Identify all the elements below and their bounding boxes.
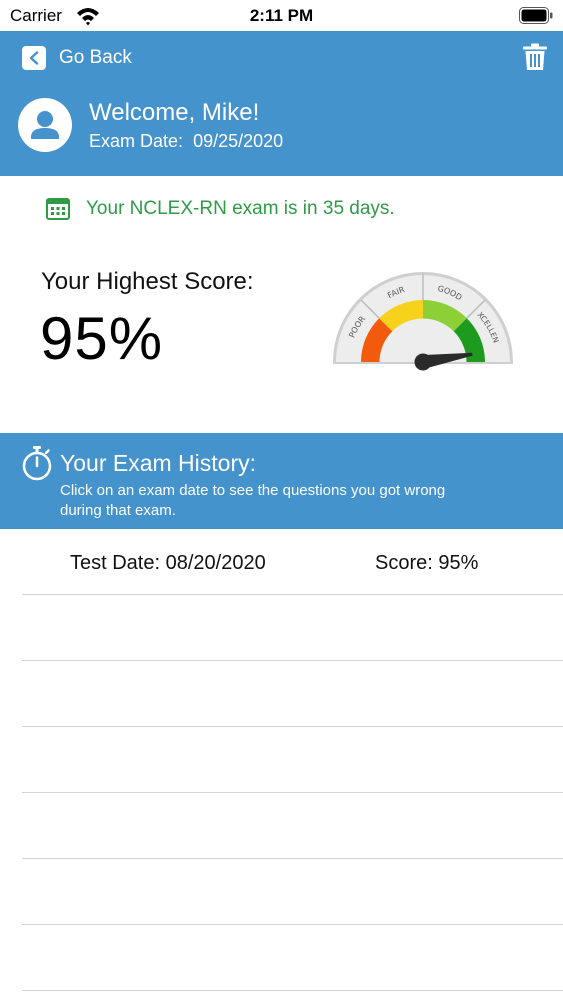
exam-history-row-1[interactable]: Test Date: 08/20/2020 Score: 95% bbox=[22, 529, 563, 595]
exam-date: Exam Date: 09/25/2020 bbox=[89, 131, 283, 152]
exam-history-row-7[interactable] bbox=[22, 925, 563, 991]
exam-history-list: Test Date: 08/20/2020 Score: 95% bbox=[0, 529, 563, 1000]
back-chevron-icon bbox=[22, 46, 46, 70]
row-score: Score: 95% bbox=[375, 552, 479, 574]
welcome-text: Welcome, Mike! bbox=[89, 99, 260, 126]
exam-history-subtitle: Click on an exam date to see the questio… bbox=[60, 482, 446, 519]
exam-history-row-3[interactable] bbox=[22, 661, 563, 727]
exam-history-row-5[interactable] bbox=[22, 793, 563, 859]
highest-score-value: 95% bbox=[40, 305, 164, 372]
battery-icon bbox=[519, 7, 553, 24]
highest-score-label: Your Highest Score: bbox=[41, 268, 254, 295]
status-bar: Carrier 2:11 PM bbox=[0, 0, 563, 31]
go-back-button[interactable]: Go Back bbox=[22, 45, 132, 71]
row-test-date: Test Date: 08/20/2020 bbox=[70, 552, 266, 574]
exam-history-row-6[interactable] bbox=[22, 859, 563, 925]
stopwatch-icon bbox=[22, 446, 52, 481]
exam-history-title: Your Exam History: bbox=[60, 450, 256, 476]
exam-countdown: Your NCLEX-RN exam is in 35 days. bbox=[46, 198, 395, 220]
countdown-text: Your NCLEX-RN exam is in 35 days. bbox=[86, 198, 395, 219]
exam-history-header: Your Exam History: Click on an exam date… bbox=[0, 433, 563, 529]
go-back-label: Go Back bbox=[59, 47, 132, 68]
profile-header: Go Back Welcome, Mike! Exam Date: 09/25/… bbox=[0, 31, 563, 176]
exam-history-row-2[interactable] bbox=[22, 595, 563, 661]
exam-history-row-4[interactable] bbox=[22, 727, 563, 793]
calendar-icon bbox=[46, 198, 70, 220]
exam-date-label: Exam Date: bbox=[89, 131, 184, 151]
exam-date-value: 09/25/2020 bbox=[193, 131, 284, 151]
score-gauge: POOR FAIR GOOD EXCELLENT bbox=[330, 270, 513, 371]
avatar-icon bbox=[18, 98, 72, 152]
trash-icon[interactable] bbox=[523, 43, 547, 71]
clock: 2:11 PM bbox=[249, 6, 314, 25]
